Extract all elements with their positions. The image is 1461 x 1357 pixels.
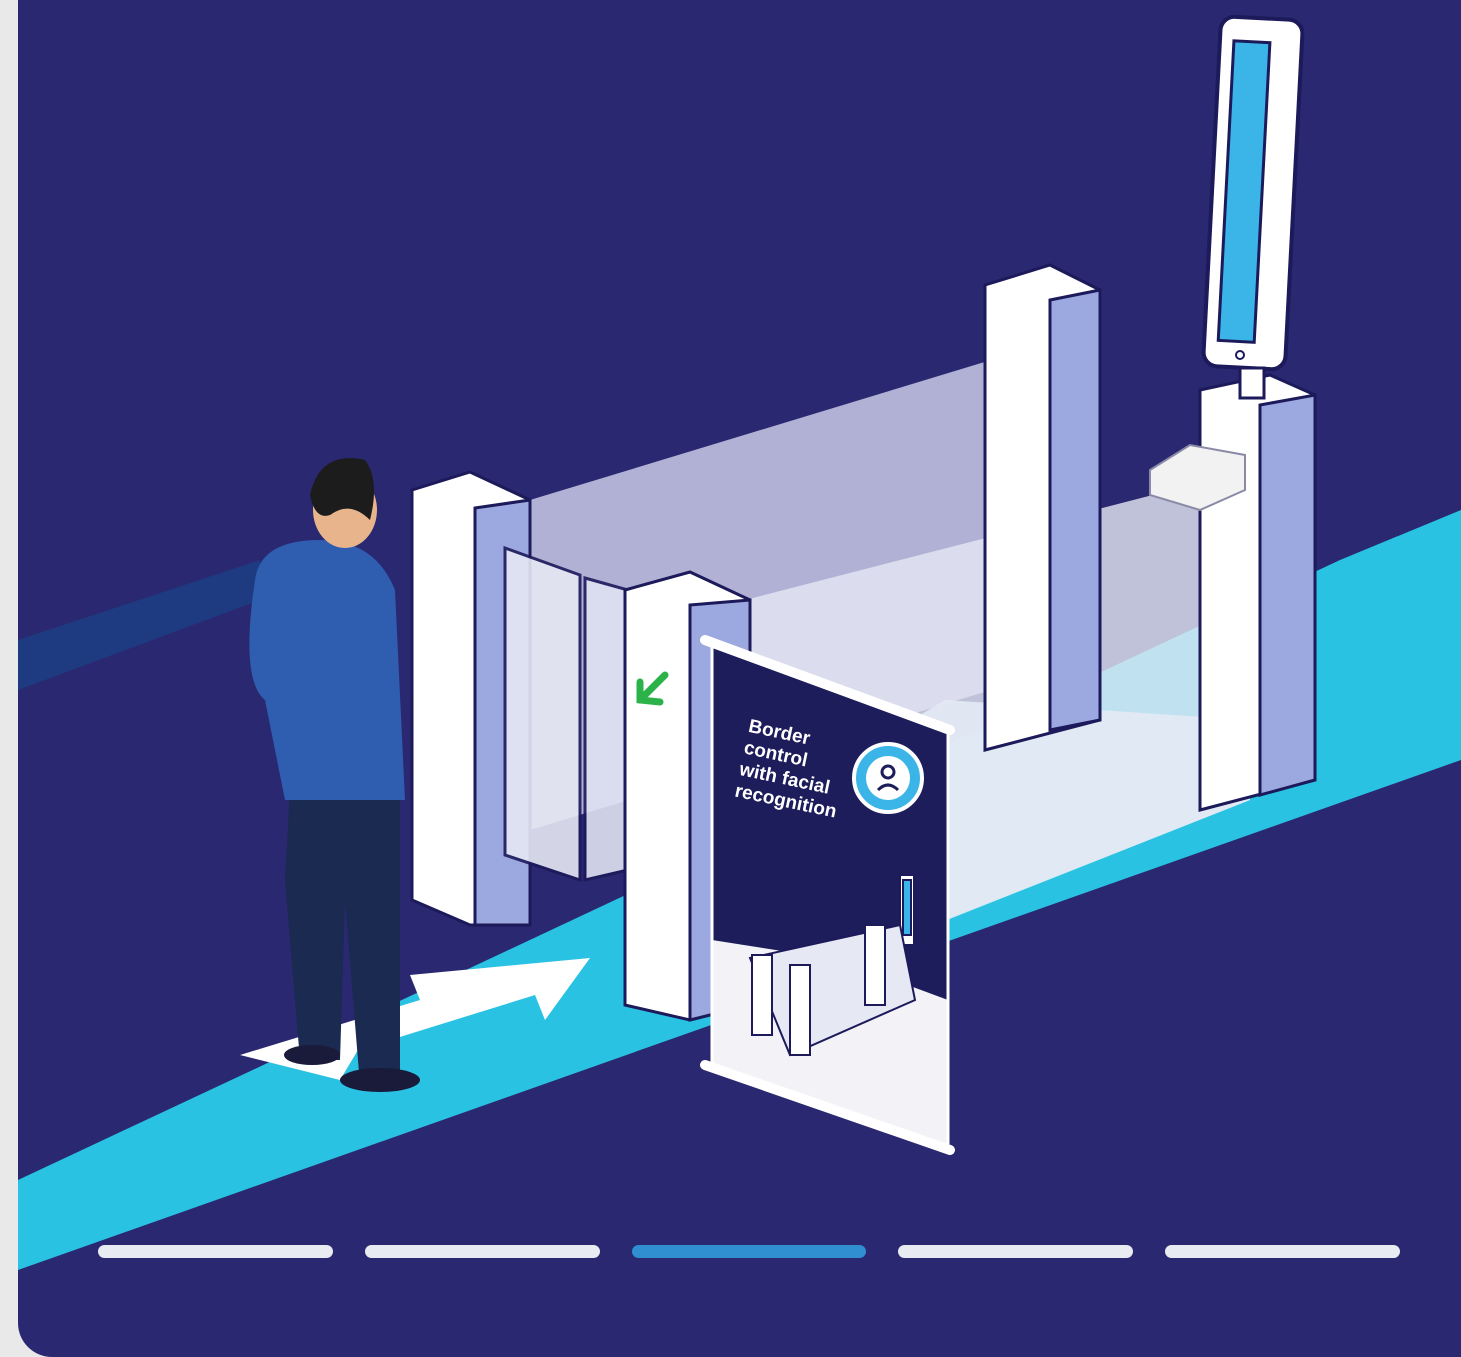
step-progress-indicator (98, 1245, 1400, 1259)
progress-step-3[interactable] (631, 1245, 867, 1258)
illustration-card: Border control with facial recognition (18, 0, 1461, 1357)
progress-step-4[interactable] (898, 1245, 1134, 1258)
progress-step-5[interactable] (1165, 1245, 1400, 1258)
traveller-figure (249, 458, 420, 1092)
progress-step-2[interactable] (364, 1245, 600, 1258)
border-gate-illustration (18, 14, 1461, 1270)
entry-flap (503, 545, 582, 883)
floor-lane-shadow (18, 560, 260, 690)
progress-step-1[interactable] (98, 1245, 333, 1258)
